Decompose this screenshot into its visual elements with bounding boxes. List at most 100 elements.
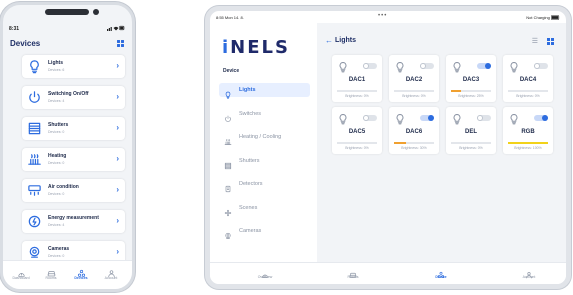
- category-card[interactable]: Heating Devices: 0 ›: [22, 148, 125, 171]
- energy-icon: [27, 214, 42, 229]
- toggle-knob: [534, 63, 540, 69]
- category-label: Air condition: [48, 184, 79, 190]
- category-card[interactable]: Switching On/Off Devices: 4 ›: [22, 86, 125, 109]
- brightness-label: Brightness: 30%: [401, 146, 427, 150]
- chevron-right-icon: ›: [116, 216, 119, 225]
- device-name: DAC4: [519, 77, 537, 83]
- light-toggle[interactable]: [363, 115, 377, 121]
- tab-label: Device: [435, 275, 447, 279]
- brightness-label: Brightness: 0%: [345, 94, 369, 98]
- brightness-label: Brightness: 0%: [402, 94, 426, 98]
- sidebar-item-scenes[interactable]: Scenes: [219, 201, 310, 216]
- light-toggle[interactable]: [363, 63, 377, 69]
- category-device-count: Devices: 4: [48, 99, 65, 103]
- toggle-knob: [420, 63, 426, 69]
- sidebar-item-detectors[interactable]: Detectors: [219, 177, 310, 193]
- category-card[interactable]: Shutters Devices: 0 ›: [22, 117, 125, 140]
- category-card[interactable]: Energy measurement Devices: 4 ›: [22, 210, 125, 233]
- light-toggle[interactable]: [420, 115, 434, 121]
- sidebar-item-label: Lights: [239, 87, 256, 93]
- tab-devices[interactable]: Devices: [67, 265, 95, 280]
- camera-icon: [224, 227, 232, 239]
- bulb-icon: [27, 59, 42, 74]
- device-card[interactable]: DAC4 Brightness: 0%: [503, 55, 553, 102]
- device-name: DAC6: [405, 129, 423, 135]
- toggle-knob: [542, 115, 548, 121]
- category-card[interactable]: Lights Devices: 6 ›: [22, 55, 125, 78]
- brightness-bar: [337, 142, 377, 144]
- bulb-icon: [394, 112, 405, 125]
- sidebar-item-label: Scenes: [239, 204, 258, 211]
- inels-logo: iNELS: [222, 37, 290, 58]
- status-icons: [107, 25, 125, 33]
- chevron-right-icon: ›: [116, 154, 119, 163]
- grid-view-icon[interactable]: [117, 40, 124, 47]
- device-card[interactable]: DAC6 Brightness: 30%: [389, 107, 439, 154]
- device-card[interactable]: DAC3 Brightness: 25%: [446, 55, 496, 102]
- shutters-icon: [224, 157, 232, 169]
- tab-account[interactable]: Account: [97, 265, 125, 280]
- camera-icon: [27, 245, 42, 260]
- category-device-count: Devices: 0: [48, 161, 65, 165]
- toggle-knob: [485, 63, 491, 69]
- device-card[interactable]: DAC2 Brightness: 0%: [389, 55, 439, 102]
- tab-rooms[interactable]: Rooms: [37, 265, 65, 280]
- sidebar-item-label: Heating / Cooling: [239, 134, 282, 140]
- light-toggle[interactable]: [534, 63, 548, 69]
- brightness-bar: [508, 90, 548, 92]
- multitask-dots[interactable]: •••: [378, 13, 387, 19]
- sofa-icon: [349, 266, 357, 278]
- brightness-label: Brightness: 0%: [459, 146, 483, 150]
- sofa-icon: [47, 265, 56, 277]
- tab-label: Overview: [257, 275, 273, 279]
- chevron-right-icon: ›: [116, 123, 119, 132]
- tab-overview[interactable]: Overview: [245, 266, 285, 279]
- device-card[interactable]: DAC5 Brightness: 0%: [332, 107, 382, 154]
- light-toggle[interactable]: [477, 115, 491, 121]
- device-card[interactable]: DEL Brightness: 0%: [446, 107, 496, 154]
- tab-device[interactable]: Device: [421, 266, 461, 279]
- toggle-knob: [428, 115, 434, 121]
- sidebar-item-heating-cooling[interactable]: Heating / Cooling: [219, 130, 310, 145]
- bottom-tab-bar: Dashboard Rooms Devices Account: [3, 260, 132, 289]
- tab-rooms[interactable]: Rooms: [333, 266, 373, 279]
- sidebar-item-cameras[interactable]: Cameras: [219, 224, 310, 239]
- brightness-label: Brightness: 0%: [516, 94, 540, 98]
- air-condition-icon: [27, 183, 42, 198]
- brightness-label: Brightness: 0%: [345, 146, 369, 150]
- brightness-bar: [508, 142, 548, 144]
- bulb-icon: [508, 112, 519, 125]
- category-card[interactable]: Air condition Devices: 0 ›: [22, 179, 125, 202]
- grid-view-icon[interactable]: [547, 38, 554, 45]
- device-card[interactable]: RGB Brightness: 100%: [503, 107, 553, 154]
- category-label: Switching On/Off: [48, 91, 89, 97]
- sidebar-item-label: Cameras: [239, 228, 262, 234]
- tab-label: Rooms: [45, 276, 57, 280]
- battery-status-text: Not Charging: [526, 15, 550, 20]
- tab-dashboard[interactable]: Dashboard: [7, 265, 35, 280]
- category-label: Lights: [48, 60, 63, 66]
- back-arrow-icon[interactable]: ←: [325, 36, 333, 45]
- light-toggle[interactable]: [420, 63, 434, 69]
- sidebar-item-switches[interactable]: Switches: [219, 107, 310, 122]
- category-label: Energy measurement: [48, 215, 99, 221]
- dashboard-icon: [261, 266, 269, 278]
- sidebar-item-shutters[interactable]: Shutters: [219, 154, 310, 169]
- page-title: Devices: [10, 39, 41, 48]
- light-toggle[interactable]: [477, 63, 491, 69]
- devices-icon: [77, 265, 86, 277]
- user-icon: [525, 266, 533, 279]
- list-view-icon[interactable]: ☰: [532, 37, 538, 45]
- tab-label: Devices: [74, 276, 88, 280]
- device-name: DEL: [465, 129, 477, 135]
- device-card[interactable]: DAC1 Brightness: 0%: [332, 55, 382, 102]
- tablet-frame: 8:55 Mon 14. 8. ••• Not Charging iNELS D…: [205, 6, 571, 289]
- sidebar-item-lights[interactable]: Lights: [219, 83, 310, 99]
- category-device-count: Devices: 0: [48, 254, 65, 258]
- light-toggle[interactable]: [534, 115, 548, 121]
- brightness-label: Brightness: 25%: [458, 94, 484, 98]
- brightness-bar: [394, 90, 434, 92]
- tab-account[interactable]: Account: [509, 266, 549, 279]
- sidebar: iNELS Device Lights Switches Heating / Coo…: [210, 23, 317, 264]
- chevron-right-icon: ›: [116, 247, 119, 256]
